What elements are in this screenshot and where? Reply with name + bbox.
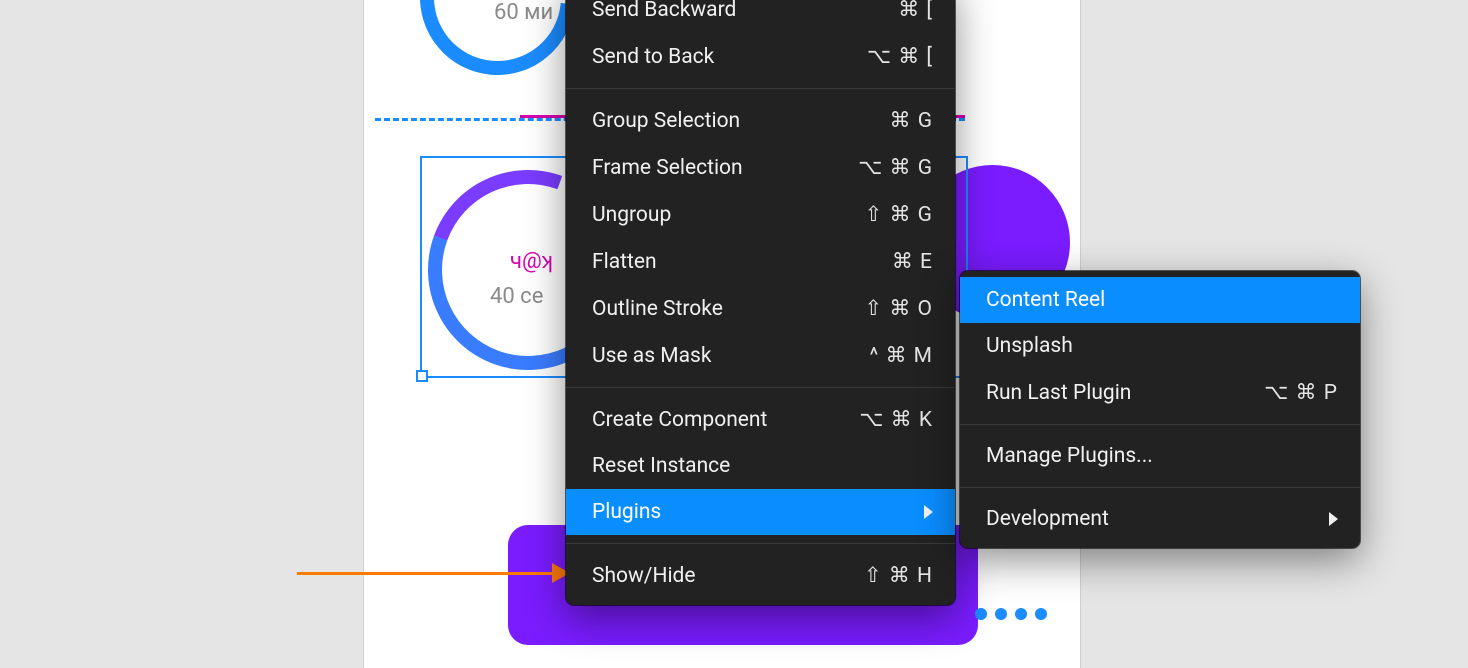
menu-separator (566, 88, 955, 89)
menu-label: Development (986, 507, 1109, 531)
menu-label: Ungroup (592, 203, 671, 227)
menu-label: Send to Back (592, 45, 714, 69)
menu-label: Create Component (592, 408, 767, 432)
menu-item-outline-stroke[interactable]: Outline Stroke ⇧ ⌘ O (566, 285, 955, 332)
menu-label: Outline Stroke (592, 297, 723, 321)
menu-item-send-backward[interactable]: Send Backward ⌘ [ (566, 0, 955, 33)
menu-separator (566, 543, 955, 544)
menu-shortcut: ⇧ ⌘ O (865, 296, 933, 321)
menu-label: Unsplash (986, 334, 1073, 358)
menu-shortcut: ^ ⌘ M (869, 343, 933, 368)
plugins-submenu[interactable]: Content Reel Unsplash Run Last Plugin ⌥ … (960, 271, 1360, 548)
menu-shortcut: ⇧ ⌘ G (865, 202, 933, 227)
menu-shortcut: ⌘ G (889, 108, 933, 133)
menu-item-use-as-mask[interactable]: Use as Mask ^ ⌘ M (566, 332, 955, 379)
menu-label: Run Last Plugin (986, 381, 1131, 405)
annotation-arrow (297, 563, 570, 583)
menu-item-reset-instance[interactable]: Reset Instance (566, 443, 955, 489)
menu-shortcut: ⇧ ⌘ H (864, 563, 933, 588)
menu-item-frame-selection[interactable]: Frame Selection ⌥ ⌘ G (566, 144, 955, 191)
submenu-item-manage-plugins[interactable]: Manage Plugins... (960, 433, 1360, 479)
menu-shortcut: ⌥ ⌘ P (1264, 380, 1338, 405)
menu-label: Manage Plugins... (986, 444, 1153, 468)
menu-label: Use as Mask (592, 344, 712, 368)
menu-label: Reset Instance (592, 454, 730, 478)
menu-item-ungroup[interactable]: Ungroup ⇧ ⌘ G (566, 191, 955, 238)
menu-label: Content Reel (986, 288, 1105, 312)
menu-item-create-component[interactable]: Create Component ⌥ ⌘ K (566, 396, 955, 443)
menu-separator (566, 387, 955, 388)
submenu-item-content-reel[interactable]: Content Reel (960, 277, 1360, 323)
context-menu[interactable]: Send Backward ⌘ [ Send to Back ⌥ ⌘ [ Gro… (566, 0, 955, 605)
menu-item-show-hide[interactable]: Show/Hide ⇧ ⌘ H (566, 552, 955, 599)
menu-separator (960, 487, 1360, 488)
menu-item-flatten[interactable]: Flatten ⌘ E (566, 238, 955, 285)
menu-label: Flatten (592, 250, 657, 274)
menu-item-send-to-back[interactable]: Send to Back ⌥ ⌘ [ (566, 33, 955, 80)
ring1-caption: 60 ми (494, 0, 553, 25)
menu-shortcut: ⌥ ⌘ [ (867, 44, 933, 69)
menu-label: Show/Hide (592, 564, 696, 588)
submenu-arrow-icon (1329, 512, 1338, 526)
menu-shortcut: ⌥ ⌘ G (858, 155, 933, 180)
menu-label: Group Selection (592, 109, 740, 133)
menu-label: Send Backward (592, 0, 736, 22)
menu-item-plugins[interactable]: Plugins (566, 489, 955, 535)
submenu-item-unsplash[interactable]: Unsplash (960, 323, 1360, 369)
submenu-item-development[interactable]: Development (960, 496, 1360, 542)
submenu-item-run-last-plugin[interactable]: Run Last Plugin ⌥ ⌘ P (960, 369, 1360, 416)
menu-shortcut: ⌘ E (892, 249, 933, 274)
menu-label: Frame Selection (592, 156, 743, 180)
ring2-title: ч@ʞ (510, 248, 553, 274)
pagination-dots (975, 608, 1047, 620)
menu-label: Plugins (592, 500, 661, 524)
menu-item-group-selection[interactable]: Group Selection ⌘ G (566, 97, 955, 144)
ring2-caption: 40 се (490, 284, 543, 309)
menu-shortcut: ⌘ [ (898, 0, 933, 22)
menu-shortcut: ⌥ ⌘ K (859, 407, 933, 432)
submenu-arrow-icon (924, 505, 933, 519)
menu-separator (960, 424, 1360, 425)
